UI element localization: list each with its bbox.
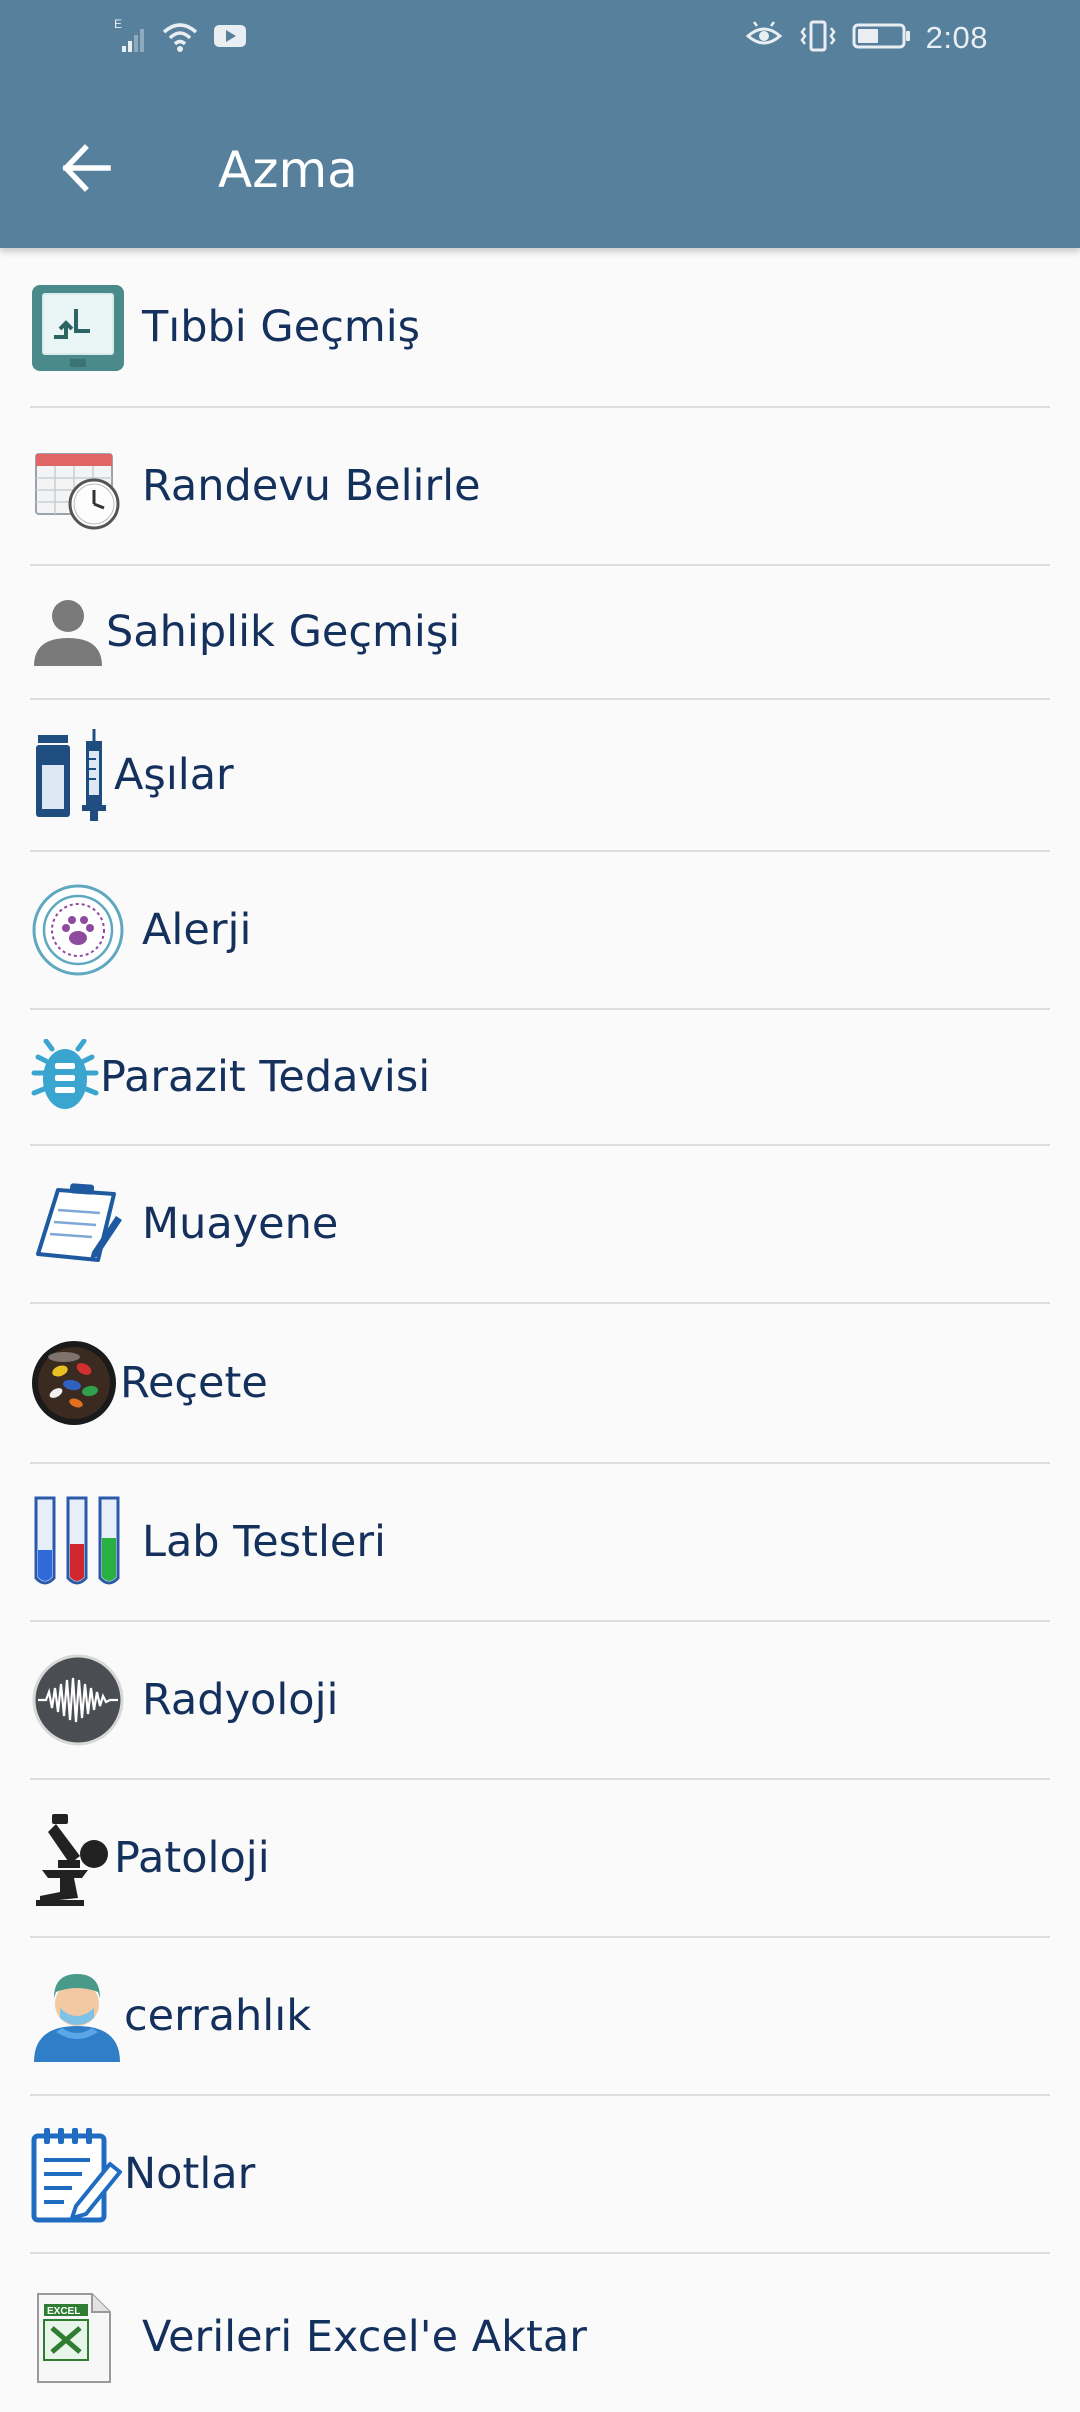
menu-item-notes[interactable]: Notlar xyxy=(30,2096,1050,2254)
menu-item-label: Lab Testleri xyxy=(142,1516,386,1567)
back-button[interactable] xyxy=(46,130,126,210)
menu-item-label: Aşılar xyxy=(114,749,234,800)
svg-text:EXCEL: EXCEL xyxy=(47,2306,80,2317)
person-icon xyxy=(30,594,106,670)
menu-list: Tıbbi Geçmiş Randevu Belirle Sahiplik Ge… xyxy=(30,248,1050,2412)
arrow-back-icon xyxy=(58,140,114,201)
menu-item-examination[interactable]: Muayene xyxy=(30,1146,1050,1304)
menu-item-appointment[interactable]: Randevu Belirle xyxy=(30,408,1050,566)
signal-icon: E xyxy=(112,16,148,61)
vibrate-icon xyxy=(798,16,838,61)
wifi-icon xyxy=(160,16,200,61)
menu-item-ownership-history[interactable]: Sahiplik Geçmişi xyxy=(30,566,1050,700)
header: E 2:08 Azma xyxy=(0,0,1080,248)
vaccine-icon xyxy=(30,727,114,823)
bug-icon xyxy=(30,1039,100,1115)
menu-item-label: Radyoloji xyxy=(142,1674,339,1725)
menu-item-radiology[interactable]: Radyoloji xyxy=(30,1622,1050,1780)
excel-icon: EXCEL xyxy=(30,2290,126,2386)
battery-icon xyxy=(852,16,912,61)
waveform-icon xyxy=(30,1652,126,1748)
status-bar: E 2:08 xyxy=(0,0,1080,82)
page-title: Azma xyxy=(218,141,358,199)
app-bar: Azma xyxy=(0,100,1080,240)
menu-item-pathology[interactable]: Patoloji xyxy=(30,1780,1050,1938)
menu-item-label: Verileri Excel'e Aktar xyxy=(142,2312,587,2362)
eye-comfort-icon xyxy=(744,16,784,61)
menu-item-label: Alerji xyxy=(142,904,252,955)
medical-history-icon xyxy=(30,279,126,375)
menu-item-medical-history[interactable]: Tıbbi Geçmiş xyxy=(30,248,1050,408)
menu-item-lab-tests[interactable]: Lab Testleri xyxy=(30,1464,1050,1622)
menu-item-prescription[interactable]: Reçete xyxy=(30,1304,1050,1464)
menu-item-vaccines[interactable]: Aşılar xyxy=(30,700,1050,852)
surgeon-icon xyxy=(30,1966,124,2066)
status-time: 2:08 xyxy=(925,20,988,55)
menu-item-label: Randevu Belirle xyxy=(142,460,481,511)
calendar-clock-icon xyxy=(30,438,126,534)
youtube-icon xyxy=(212,16,248,61)
status-left: E xyxy=(112,16,248,61)
menu-item-label: Notlar xyxy=(124,2148,256,2199)
clipboard-pen-icon xyxy=(30,1176,126,1272)
pills-icon xyxy=(30,1335,120,1431)
menu-item-export-excel[interactable]: EXCEL Verileri Excel'e Aktar xyxy=(30,2254,1050,2412)
menu-item-parasite-treatment[interactable]: Parazit Tedavisi xyxy=(30,1010,1050,1146)
paw-allergy-icon xyxy=(30,882,126,978)
menu-item-label: Muayene xyxy=(142,1198,339,1249)
menu-item-label: cerrahlık xyxy=(124,1990,312,2041)
menu-item-label: Reçete xyxy=(120,1357,268,1408)
notes-icon xyxy=(30,2124,124,2224)
menu-item-allergy[interactable]: Alerji xyxy=(30,852,1050,1010)
test-tubes-icon xyxy=(30,1494,126,1590)
menu-item-label: Patoloji xyxy=(114,1832,270,1883)
status-right: 2:08 xyxy=(744,18,988,58)
menu-item-label: Parazit Tedavisi xyxy=(100,1051,431,1102)
microscope-icon xyxy=(30,1808,114,1908)
menu-item-label: Tıbbi Geçmiş xyxy=(142,301,421,352)
menu-item-label: Sahiplik Geçmişi xyxy=(106,606,461,657)
signal-type-label: E xyxy=(114,17,122,31)
menu-item-surgery[interactable]: cerrahlık xyxy=(30,1938,1050,2096)
